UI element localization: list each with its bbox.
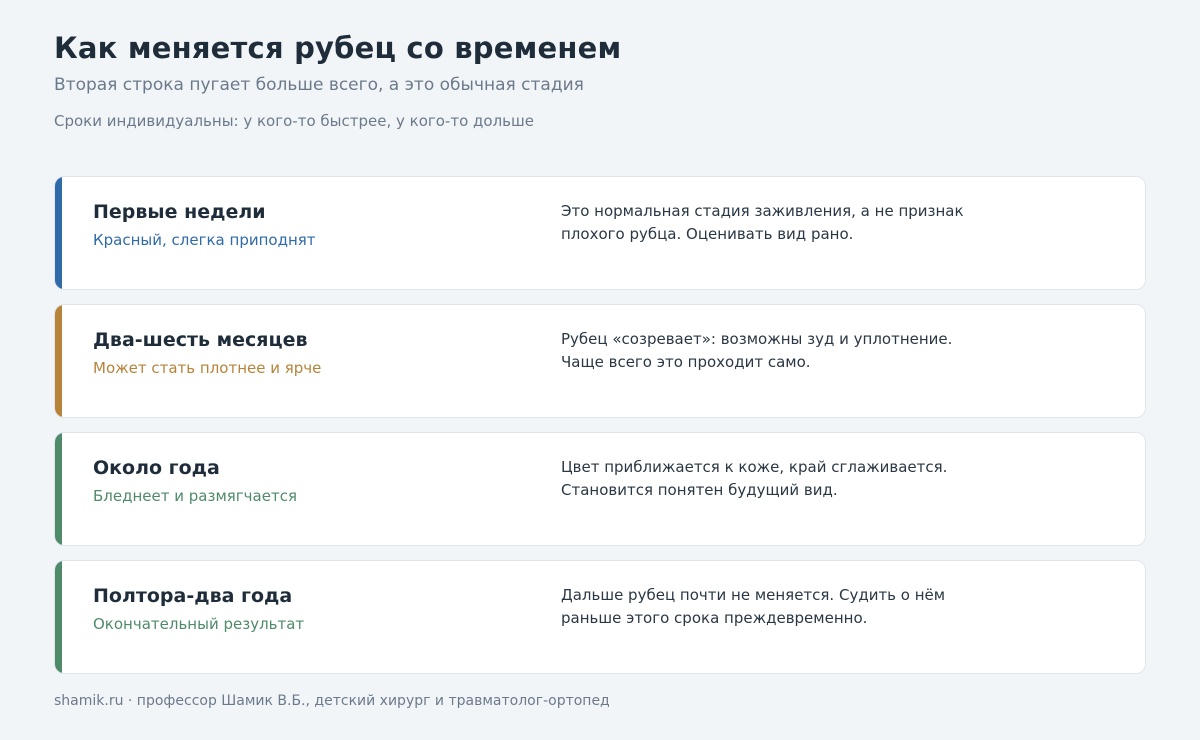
stage-description-line: Чаще всего это проходит само. <box>561 353 811 371</box>
stage-description: Дальше рубец почти не меняется. Судить о… <box>561 584 1001 630</box>
stage-card-about-a-year: Около года Бледнеет и размягчается Цвет … <box>54 432 1146 546</box>
stage-card-first-weeks: Первые недели Красный, слегка приподнят … <box>54 176 1146 290</box>
stage-heading: Полтора-два года Окончательный результат <box>93 584 513 633</box>
stage-description: Цвет приближается к коже, край сглаживае… <box>561 456 1001 502</box>
stage-description: Рубец «созревает»: возможны зуд и уплотн… <box>561 328 1001 374</box>
stage-subtitle: Красный, слегка приподнят <box>93 231 316 249</box>
stage-description-line: плохого рубца. Оценивать вид рано. <box>561 225 854 243</box>
stage-heading: Два-шесть месяцев Может стать плотнее и … <box>93 328 513 377</box>
stage-card-two-six-months: Два-шесть месяцев Может стать плотнее и … <box>54 304 1146 418</box>
stage-subtitle: Может стать плотнее и ярче <box>93 359 322 377</box>
page-subtitle: Вторая строка пугает больше всего, а это… <box>54 75 584 95</box>
stage-subtitle: Бледнеет и размягчается <box>93 487 297 505</box>
stage-accent-bar <box>55 305 62 417</box>
page-title: Как меняется рубец со временем <box>54 31 622 65</box>
stage-card-one-and-half-two-years: Полтора-два года Окончательный результат… <box>54 560 1146 674</box>
stage-subtitle: Окончательный результат <box>93 615 305 633</box>
stage-description: Это нормальная стадия заживления, а не п… <box>561 200 1001 246</box>
stages-list: Первые недели Красный, слегка приподнят … <box>54 176 1146 688</box>
footer-credit: shamik.ru · профессор Шамик В.Б., детски… <box>54 693 610 709</box>
stage-heading: Около года Бледнеет и размягчается <box>93 456 513 505</box>
page-note: Сроки индивидуальны: у кого-то быстрее, … <box>54 112 534 130</box>
stage-title: Полтора-два года <box>93 585 293 607</box>
stage-description-line: Цвет приближается к коже, край сглаживае… <box>561 458 948 476</box>
stage-title: Около года <box>93 457 220 479</box>
stage-title: Два-шесть месяцев <box>93 329 308 351</box>
stage-description-line: Рубец «созревает»: возможны зуд и уплотн… <box>561 330 953 348</box>
stage-title: Первые недели <box>93 201 266 223</box>
stage-description-line: раньше этого срока преждевременно. <box>561 609 868 627</box>
stage-description-line: Дальше рубец почти не меняется. Судить о… <box>561 586 946 604</box>
stage-description-line: Это нормальная стадия заживления, а не п… <box>561 202 964 220</box>
stage-heading: Первые недели Красный, слегка приподнят <box>93 200 513 249</box>
stage-accent-bar <box>55 177 62 289</box>
page: Как меняется рубец со временем Вторая ст… <box>0 0 1200 740</box>
stage-accent-bar <box>55 433 62 545</box>
stage-accent-bar <box>55 561 62 673</box>
stage-description-line: Становится понятен будущий вид. <box>561 481 838 499</box>
